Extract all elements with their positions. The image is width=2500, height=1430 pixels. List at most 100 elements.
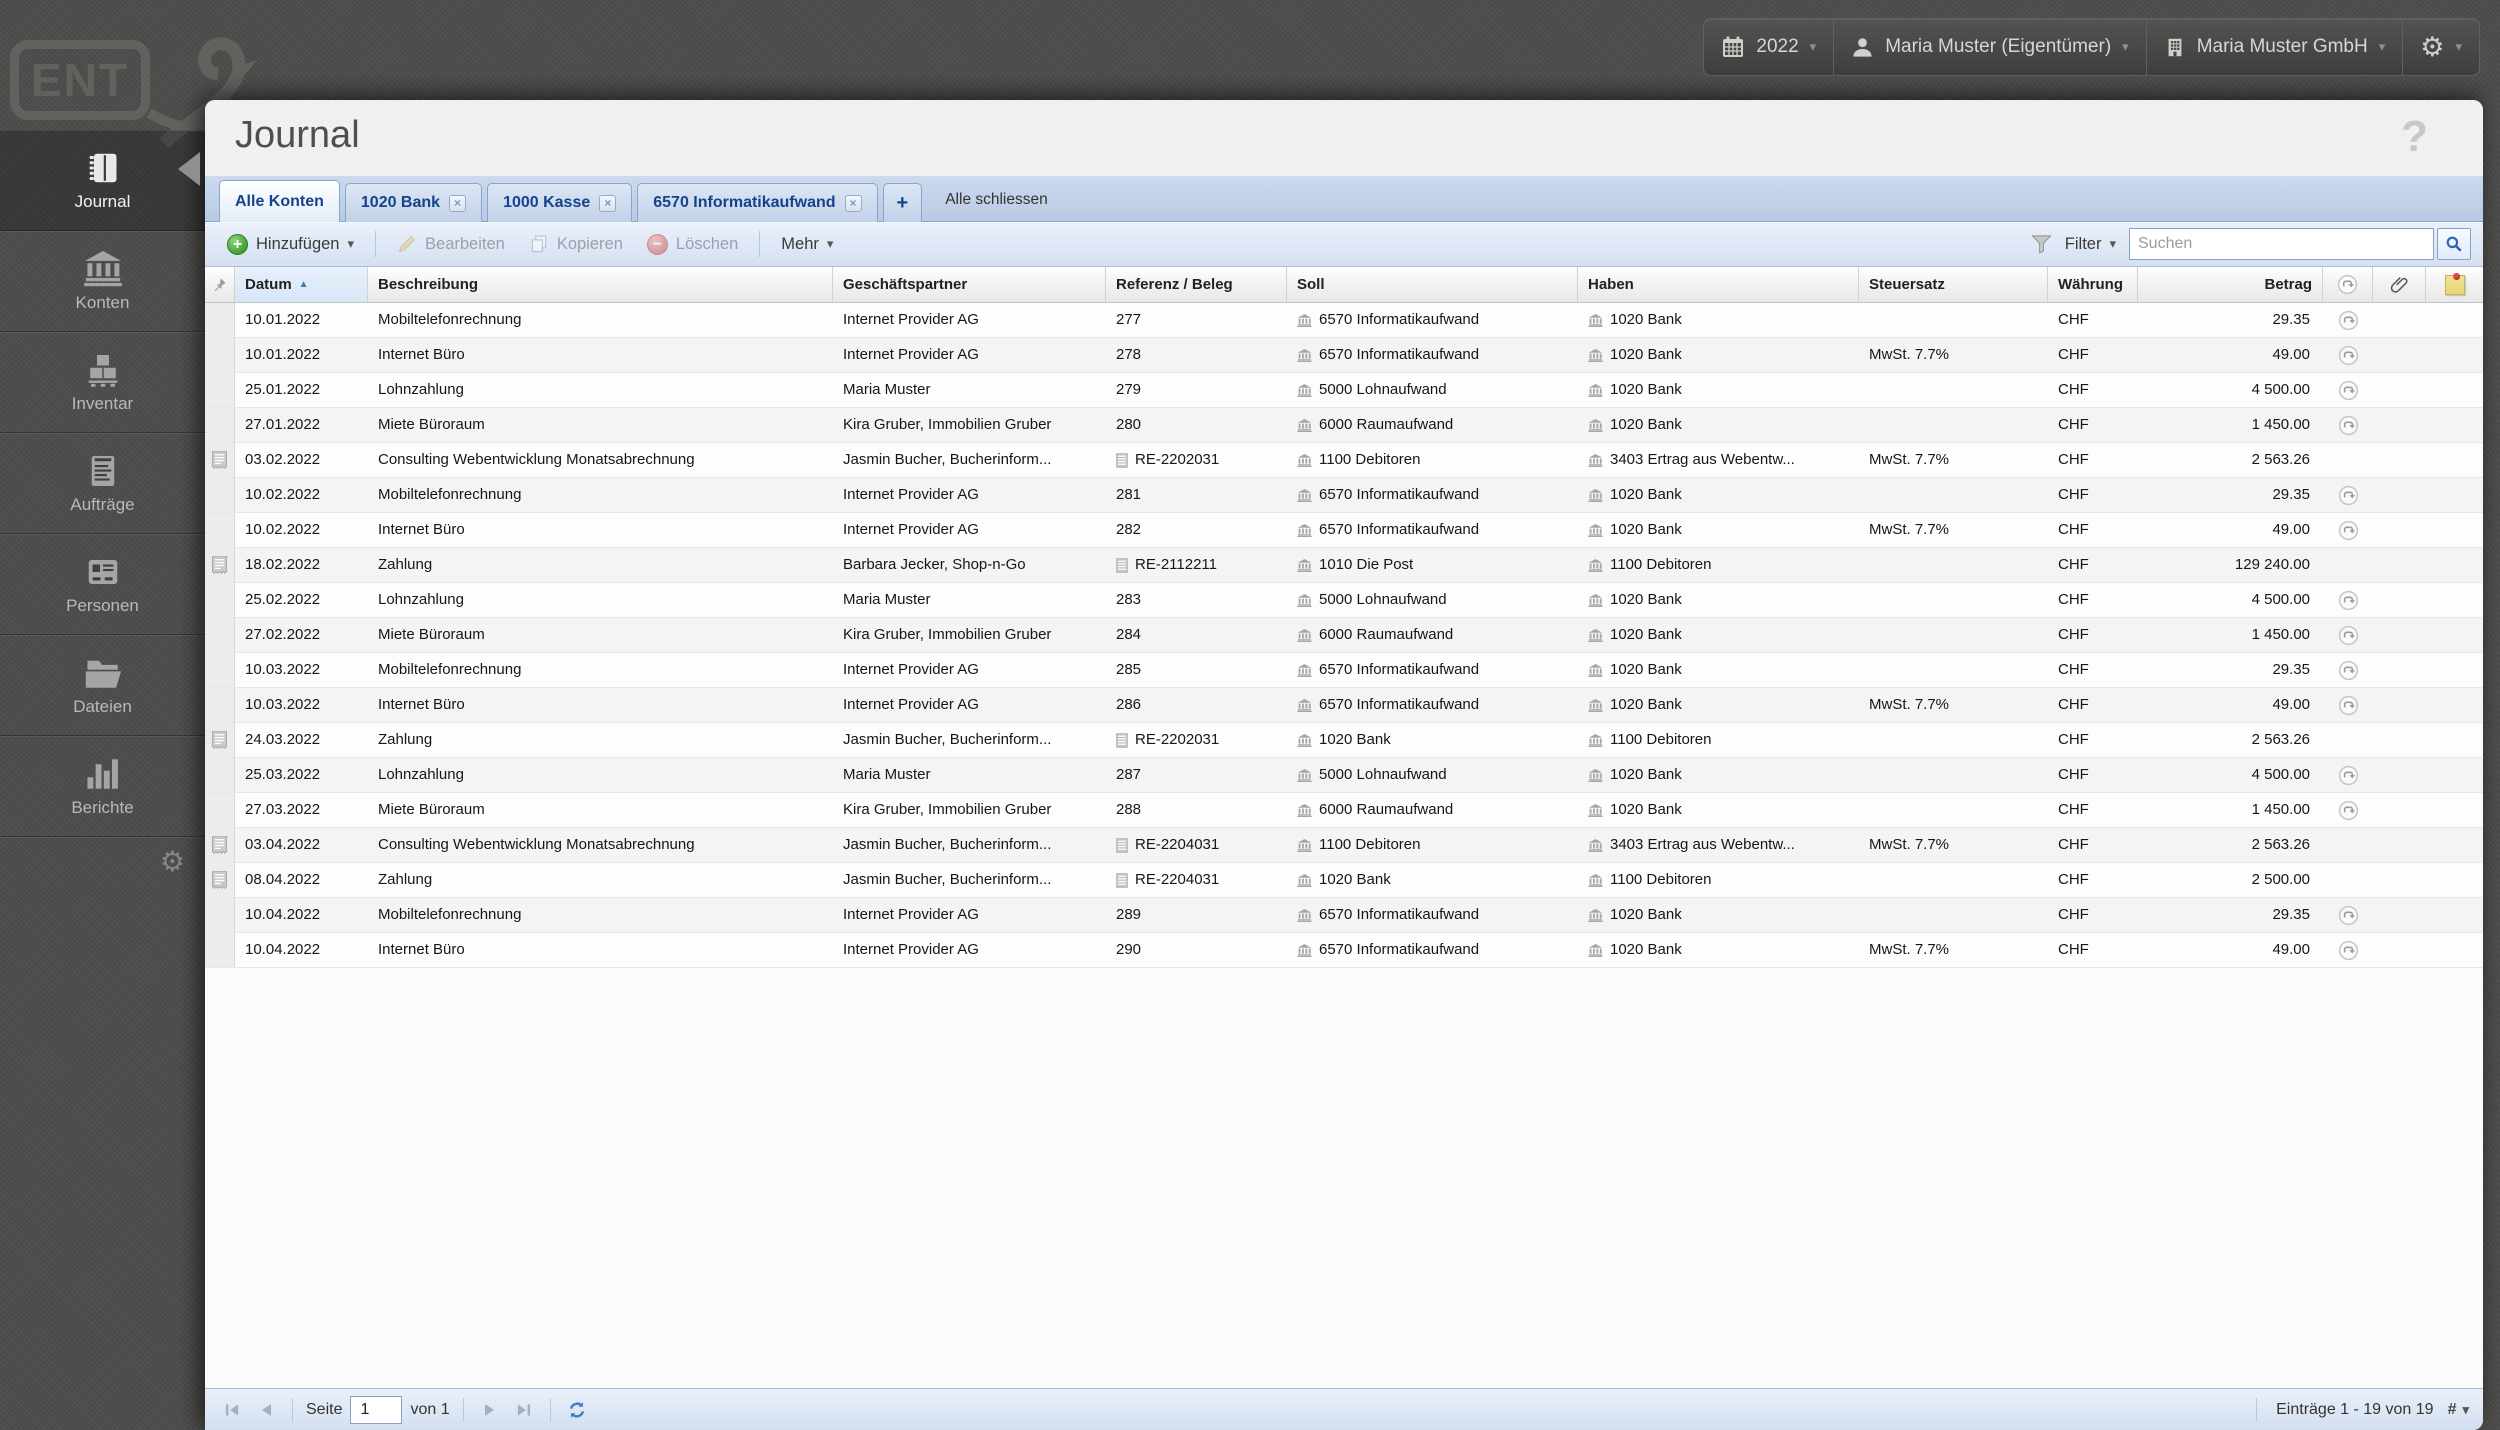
cell-tax-rate: MwSt. 7.7% bbox=[1859, 933, 2048, 967]
help-icon[interactable]: ? bbox=[2401, 112, 2428, 162]
sidebar-item-auftraege[interactable]: Aufträge bbox=[0, 433, 205, 534]
table-row[interactable]: 25.02.2022 Lohnzahlung Maria Muster 283 … bbox=[205, 583, 2483, 618]
cell-date: 10.04.2022 bbox=[235, 933, 368, 967]
table-row[interactable]: 27.02.2022 Miete Büroraum Kira Gruber, I… bbox=[205, 618, 2483, 653]
account-icon bbox=[1588, 524, 1603, 537]
table-row[interactable]: 10.04.2022 Mobiltelefonrechnung Internet… bbox=[205, 898, 2483, 933]
table-row[interactable]: 24.03.2022 Zahlung Jasmin Bucher, Bucher… bbox=[205, 723, 2483, 758]
sidebar-item-personen[interactable]: Personen bbox=[0, 534, 205, 635]
table-row[interactable]: 25.01.2022 Lohnzahlung Maria Muster 279 … bbox=[205, 373, 2483, 408]
page-number-input[interactable] bbox=[350, 1396, 402, 1424]
column-header-recurring[interactable] bbox=[2323, 267, 2373, 302]
delete-button[interactable]: − Löschen bbox=[637, 229, 748, 260]
column-header-beschreibung[interactable]: Beschreibung bbox=[368, 267, 833, 302]
table-row[interactable]: 10.01.2022 Internet Büro Internet Provid… bbox=[205, 338, 2483, 373]
column-header-geschaeftspartner[interactable]: Geschäftspartner bbox=[833, 267, 1106, 302]
table-row[interactable]: 10.01.2022 Mobiltelefonrechnung Internet… bbox=[205, 303, 2483, 338]
cell-credit-account: 1020 Bank bbox=[1578, 303, 1859, 337]
cell-partner: Kira Gruber, Immobilien Gruber bbox=[833, 618, 1106, 652]
column-header-note[interactable] bbox=[2426, 267, 2483, 302]
search-icon bbox=[2445, 235, 2463, 253]
table-row[interactable]: 27.03.2022 Miete Büroraum Kira Gruber, I… bbox=[205, 793, 2483, 828]
last-page-button[interactable] bbox=[511, 1397, 537, 1423]
account-icon bbox=[1297, 349, 1312, 362]
table-row[interactable]: 25.03.2022 Lohnzahlung Maria Muster 287 … bbox=[205, 758, 2483, 793]
table-row[interactable]: 10.03.2022 Internet Büro Internet Provid… bbox=[205, 688, 2483, 723]
settings-menu[interactable]: ⚙ ▾ bbox=[2402, 18, 2480, 76]
add-button[interactable]: + Hinzufügen ▾ bbox=[217, 229, 364, 260]
table-row[interactable]: 03.02.2022 Consulting Webentwicklung Mon… bbox=[205, 443, 2483, 478]
cell-date: 24.03.2022 bbox=[235, 723, 368, 757]
close-all-tabs-button[interactable]: Alle schliessen bbox=[945, 191, 1048, 209]
table-row[interactable]: 18.02.2022 Zahlung Barbara Jecker, Shop-… bbox=[205, 548, 2483, 583]
column-header-label: Währung bbox=[2058, 267, 2123, 302]
company-menu[interactable]: Maria Muster GmbH ▾ bbox=[2146, 18, 2404, 76]
table-row[interactable]: 08.04.2022 Zahlung Jasmin Bucher, Bucher… bbox=[205, 863, 2483, 898]
cell-description: Mobiltelefonrechnung bbox=[368, 303, 833, 337]
table-row[interactable]: 03.04.2022 Consulting Webentwicklung Mon… bbox=[205, 828, 2483, 863]
column-header-steuersatz[interactable]: Steuersatz bbox=[1859, 267, 2048, 302]
sidebar-item-dateien[interactable]: Dateien bbox=[0, 635, 205, 736]
column-header-attachment[interactable] bbox=[2373, 267, 2426, 302]
cell-amount: 29.35 bbox=[2138, 478, 2323, 512]
tab-1020-bank[interactable]: 1020 Bank × bbox=[345, 183, 482, 222]
refresh-icon bbox=[566, 1399, 588, 1421]
cell-tax-rate bbox=[1859, 793, 2048, 827]
column-header-label: Datum bbox=[245, 267, 292, 302]
cell-debit-account: 5000 Lohnaufwand bbox=[1287, 373, 1578, 407]
column-header-betrag[interactable]: Betrag bbox=[2138, 267, 2323, 302]
cell-date: 25.03.2022 bbox=[235, 758, 368, 792]
column-header-haben[interactable]: Haben bbox=[1578, 267, 1859, 302]
refresh-button[interactable] bbox=[564, 1397, 590, 1423]
cell-currency: CHF bbox=[2048, 933, 2138, 967]
sidebar-item-journal[interactable]: Journal bbox=[0, 130, 205, 231]
cell-attachment bbox=[2373, 338, 2426, 372]
cell-debit-account: 6570 Informatikaufwand bbox=[1287, 513, 1578, 547]
tab-alle-konten[interactable]: Alle Konten bbox=[219, 180, 340, 222]
table-row[interactable]: 10.04.2022 Internet Büro Internet Provid… bbox=[205, 933, 2483, 968]
column-header-datum[interactable]: Datum ▲ bbox=[235, 267, 368, 302]
cell-currency: CHF bbox=[2048, 828, 2138, 862]
filter-button[interactable]: Filter ▾ bbox=[2061, 230, 2120, 259]
page-size-menu[interactable]: # ▾ bbox=[2448, 1401, 2469, 1419]
sidebar-item-berichte[interactable]: Berichte bbox=[0, 736, 205, 837]
edit-button[interactable]: Bearbeiten bbox=[387, 229, 515, 259]
sidebar-item-label: Aufträge bbox=[70, 495, 134, 515]
search-button[interactable] bbox=[2437, 228, 2471, 260]
table-row[interactable]: 27.01.2022 Miete Büroraum Kira Gruber, I… bbox=[205, 408, 2483, 443]
copy-button[interactable]: Kopieren bbox=[519, 229, 633, 259]
recurring-icon bbox=[2338, 625, 2359, 646]
sidebar-item-inventar[interactable]: Inventar bbox=[0, 332, 205, 433]
tab-6570-informatikaufwand[interactable]: 6570 Informatikaufwand × bbox=[637, 183, 877, 222]
column-header-soll[interactable]: Soll bbox=[1287, 267, 1578, 302]
year-selector[interactable]: 2022 ▾ bbox=[1703, 18, 1834, 76]
sidebar-item-konten[interactable]: Konten bbox=[0, 231, 205, 332]
receipt-icon bbox=[1116, 558, 1128, 573]
user-menu[interactable]: Maria Muster (Eigentümer) ▾ bbox=[1833, 18, 2146, 76]
table-row[interactable]: 10.02.2022 Internet Büro Internet Provid… bbox=[205, 513, 2483, 548]
sidebar-collapse-arrow-icon[interactable] bbox=[178, 152, 200, 186]
more-button[interactable]: Mehr ▾ bbox=[771, 230, 843, 259]
pin-column-header[interactable] bbox=[205, 267, 235, 302]
sidebar-gear-icon[interactable]: ⚙ bbox=[160, 848, 185, 876]
tab-1000-kasse[interactable]: 1000 Kasse × bbox=[487, 183, 632, 222]
column-header-referenz-beleg[interactable]: Referenz / Beleg bbox=[1106, 267, 1287, 302]
add-tab-button[interactable]: + bbox=[883, 183, 923, 222]
close-icon[interactable]: × bbox=[449, 195, 466, 212]
next-page-button[interactable] bbox=[477, 1397, 503, 1423]
panel-header: Journal ? bbox=[205, 100, 2483, 176]
close-icon[interactable]: × bbox=[599, 195, 616, 212]
cell-recurring bbox=[2323, 443, 2373, 477]
prev-page-button[interactable] bbox=[253, 1397, 279, 1423]
first-page-button[interactable] bbox=[219, 1397, 245, 1423]
table-row[interactable]: 10.03.2022 Mobiltelefonrechnung Internet… bbox=[205, 653, 2483, 688]
table-row[interactable]: 10.02.2022 Mobiltelefonrechnung Internet… bbox=[205, 478, 2483, 513]
column-header-waehrung[interactable]: Währung bbox=[2048, 267, 2138, 302]
journal-table-body: 10.01.2022 Mobiltelefonrechnung Internet… bbox=[205, 303, 2483, 1388]
cell-description: Miete Büroraum bbox=[368, 793, 833, 827]
cell-credit-account: 1020 Bank bbox=[1578, 338, 1859, 372]
close-icon[interactable]: × bbox=[845, 195, 862, 212]
cell-credit-account: 1020 Bank bbox=[1578, 513, 1859, 547]
receipt-icon bbox=[1116, 733, 1128, 748]
search-input[interactable] bbox=[2129, 228, 2434, 260]
